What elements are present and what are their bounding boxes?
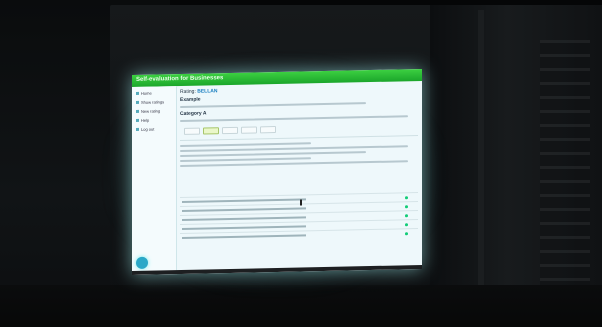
divider [180, 135, 418, 142]
rating-value: BELLAN [197, 88, 218, 95]
sidebar-item-show-ratings[interactable]: Show ratings [136, 99, 176, 105]
main-content: Rating: BELLAN Example Category A [180, 84, 418, 268]
tab-1[interactable] [184, 127, 200, 135]
sidebar-item-help[interactable]: Help [136, 117, 176, 123]
window-grille [540, 40, 590, 290]
sidebar-item-home[interactable]: Home [136, 90, 176, 96]
radio-option[interactable] [405, 213, 408, 217]
tab-3[interactable] [222, 126, 238, 135]
window-frame [478, 10, 484, 300]
app-title: Self-evaluation for Businesses [136, 75, 224, 83]
radio-option[interactable] [405, 222, 408, 226]
radio-option[interactable] [405, 231, 408, 235]
tab-2[interactable] [203, 127, 219, 135]
sidebar-item-new-rating[interactable]: New rating [136, 108, 176, 114]
rating-label: Rating: [180, 88, 196, 96]
row-text [182, 225, 306, 230]
row-text [182, 198, 306, 203]
room-photo: Self-evaluation for Businesses Home Show… [0, 0, 602, 327]
step-tabs [184, 123, 418, 135]
logo-icon [136, 256, 148, 269]
tab-5[interactable] [260, 126, 276, 134]
tab-4[interactable] [241, 126, 257, 134]
projected-screen: Self-evaluation for Businesses Home Show… [132, 68, 422, 276]
text-line [180, 157, 311, 163]
text-line [180, 151, 366, 158]
row-text [182, 234, 306, 239]
floor [0, 285, 602, 327]
text-line [180, 142, 311, 148]
sidebar-item-log-out[interactable]: Log out [136, 126, 176, 132]
mouse-cursor [300, 199, 302, 206]
sidebar: Home Show ratings New rating Help Log ou… [132, 86, 177, 276]
evaluation-table [180, 192, 418, 249]
radio-option[interactable] [405, 204, 408, 208]
radio-option[interactable] [405, 195, 408, 199]
row-text [182, 207, 306, 212]
row-text [182, 216, 306, 221]
